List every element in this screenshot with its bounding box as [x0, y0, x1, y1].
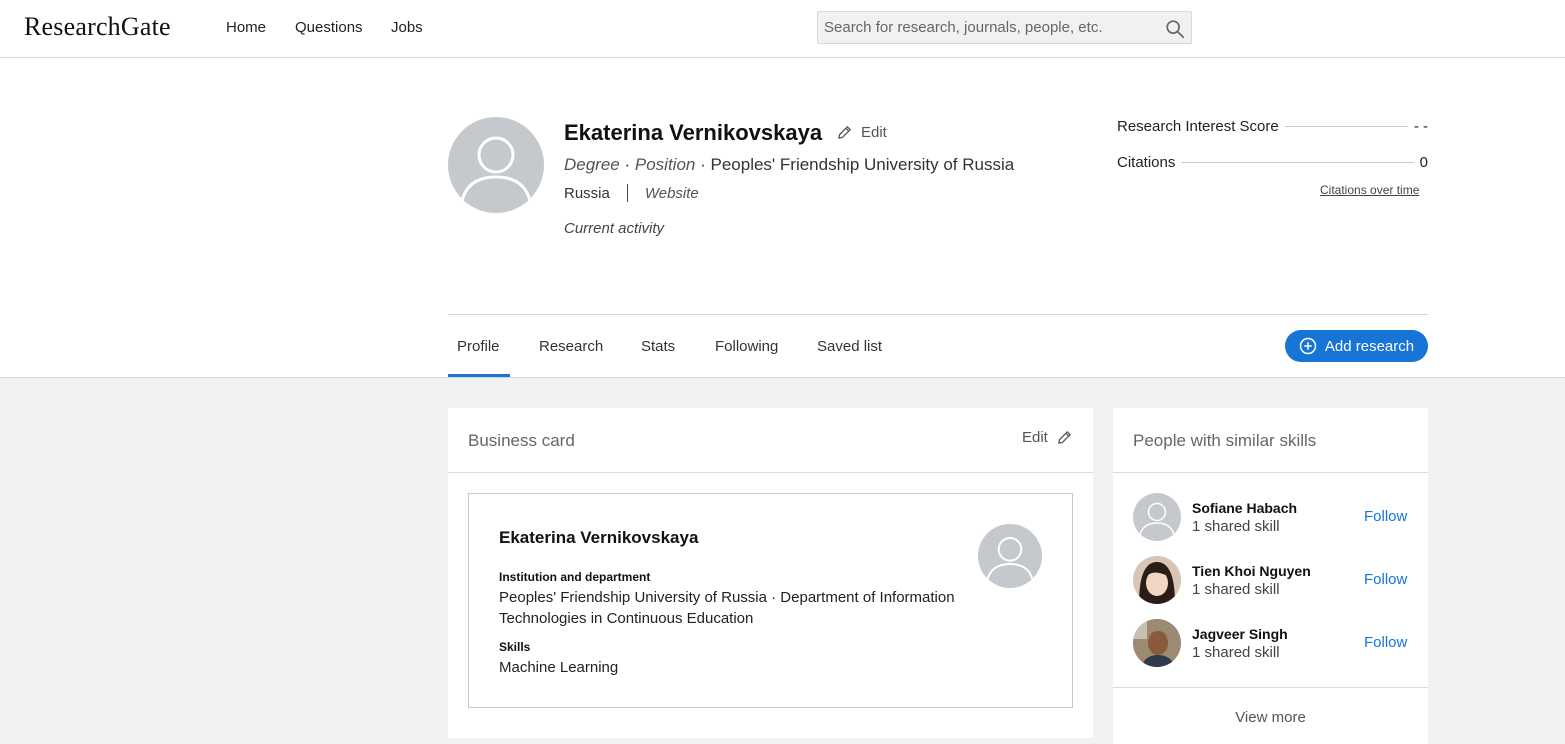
person-shared-skills: 1 shared skill [1192, 581, 1280, 598]
person-shared-skills: 1 shared skill [1192, 518, 1280, 535]
separator-dot: · [624, 155, 635, 174]
tab-saved-list[interactable]: Saved list [817, 338, 882, 355]
tab-profile[interactable]: Profile [457, 338, 500, 355]
ris-value: - - [1413, 118, 1428, 135]
person-shared-skills: 1 shared skill [1192, 644, 1280, 661]
nav-jobs[interactable]: Jobs [391, 19, 423, 36]
edit-label: Edit [1022, 429, 1048, 446]
dotted-leader [1284, 126, 1408, 127]
ris-label: Research Interest Score [1117, 118, 1279, 135]
person-photo-icon [1133, 556, 1181, 604]
panel-divider [1113, 687, 1428, 688]
business-card-title: Business card [468, 431, 575, 450]
tab-following[interactable]: Following [715, 338, 778, 355]
person-name[interactable]: Jagveer Singh [1192, 626, 1288, 642]
profile-location-line: Russia Website [564, 184, 699, 202]
person-photo-icon [1133, 619, 1181, 667]
vertical-divider [626, 184, 628, 202]
country-label: Russia [564, 184, 610, 202]
business-card: Ekaterina Vernikovskaya Institution and … [468, 493, 1073, 708]
profile-affiliation-line: Degree · Position · Peoples' Friendship … [564, 155, 1014, 175]
citations-label: Citations [1117, 154, 1176, 171]
research-interest-score-row[interactable]: Research Interest Score - - [1117, 118, 1428, 135]
search-bar [817, 11, 1192, 44]
separator-dot: · [700, 155, 711, 174]
card-name: Ekaterina Vernikovskaya [499, 528, 699, 547]
avatar-placeholder-icon [1139, 502, 1175, 536]
person-avatar[interactable] [1133, 493, 1181, 541]
similar-skills-title: People with similar skills [1133, 431, 1317, 450]
search-icon[interactable] [1164, 18, 1186, 40]
tab-research[interactable]: Research [539, 338, 603, 355]
edit-label: Edit [861, 124, 887, 141]
dotted-leader [1181, 162, 1414, 163]
degree-field[interactable]: Degree [564, 155, 620, 174]
profile-name: Ekaterina Vernikovskaya [564, 120, 823, 145]
card-avatar [978, 524, 1042, 588]
pencil-icon [838, 126, 851, 139]
search-input[interactable] [824, 12, 1154, 43]
tabs-divider [448, 314, 1428, 315]
follow-button[interactable]: Follow [1364, 508, 1407, 525]
add-research-label: Add research [1324, 337, 1415, 355]
website-field[interactable]: Website [645, 185, 699, 202]
citations-row[interactable]: Citations 0 [1117, 154, 1428, 171]
institution-label: Institution and department [499, 570, 651, 584]
person-name[interactable]: Sofiane Habach [1192, 500, 1297, 516]
citations-value: 0 [1419, 154, 1428, 171]
follow-button[interactable]: Follow [1364, 571, 1407, 588]
institution-link[interactable]: Peoples' Friendship University of Russia [711, 155, 1015, 174]
avatar-placeholder-icon [986, 537, 1034, 581]
panel-divider [1113, 472, 1428, 473]
edit-profile-button[interactable]: Edit [836, 124, 887, 141]
person-avatar[interactable] [1133, 619, 1181, 667]
person-name[interactable]: Tien Khoi Nguyen [1192, 563, 1311, 579]
edit-business-card-button[interactable]: Edit [1022, 429, 1073, 446]
citations-over-time-link[interactable]: Citations over time [1320, 183, 1419, 197]
nav-home[interactable]: Home [226, 19, 266, 36]
top-navbar: ResearchGate Home Questions Jobs [0, 0, 1565, 58]
researchgate-logo[interactable]: ResearchGate [24, 12, 171, 42]
avatar-placeholder-icon [460, 136, 532, 202]
person-avatar[interactable] [1133, 556, 1181, 604]
tab-stats[interactable]: Stats [641, 338, 675, 355]
add-research-button[interactable]: Add research [1285, 330, 1428, 362]
institution-value: Peoples' Friendship University of Russia… [499, 589, 955, 627]
follow-button[interactable]: Follow [1364, 634, 1407, 651]
pencil-icon [1058, 431, 1071, 444]
position-field[interactable]: Position [635, 155, 695, 174]
plus-circle-icon [1299, 337, 1317, 355]
nav-questions[interactable]: Questions [295, 19, 363, 36]
skills-label: Skills [499, 640, 531, 654]
profile-avatar[interactable] [448, 117, 544, 213]
view-more-link[interactable]: View more [1113, 709, 1428, 726]
skills-value: Machine Learning [499, 659, 619, 676]
panel-divider [448, 472, 1093, 473]
current-activity-field[interactable]: Current activity [564, 220, 664, 237]
